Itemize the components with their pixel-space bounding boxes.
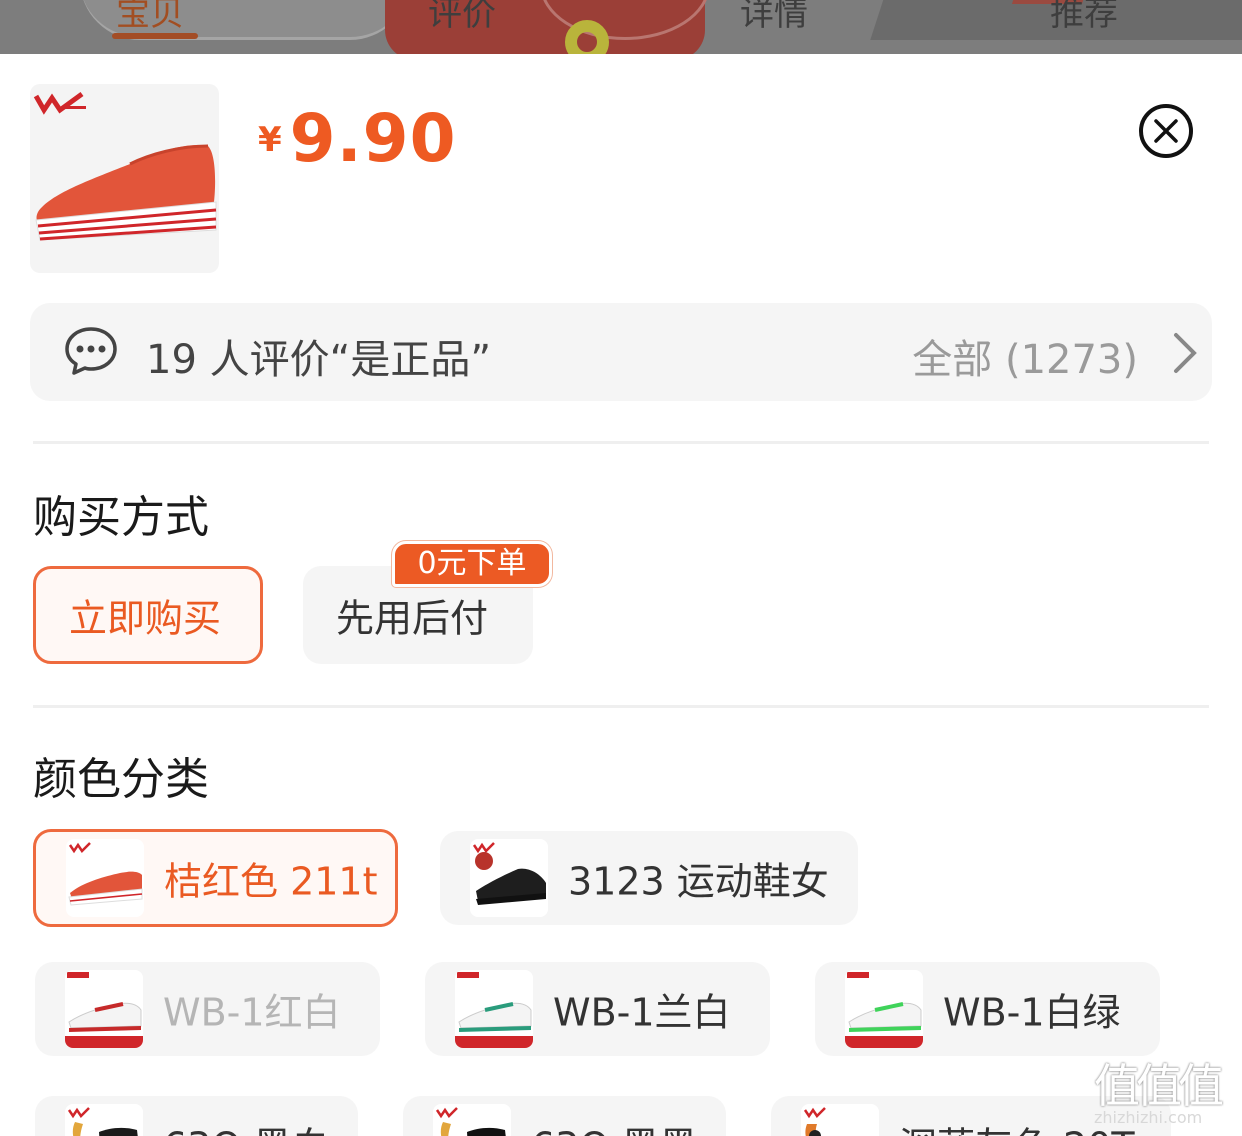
color-option-label: 3123 运动鞋女 <box>568 859 829 904</box>
buy-now-label: 立即购买 <box>69 596 222 641</box>
color-option-wb1-white-green[interactable]: WB-1白绿 <box>815 962 1160 1056</box>
color-option-3123-sneaker[interactable]: 3123 运动鞋女 <box>440 831 858 925</box>
tab-baobei[interactable]: 宝贝 <box>116 0 184 35</box>
blue-white-sneaker-icon <box>455 970 533 1048</box>
color-option-label: 63Q 黑黑 <box>531 1116 697 1136</box>
watermark-text: 值值值 <box>1094 1059 1224 1113</box>
tab-reviews[interactable]: 评价 <box>428 0 496 35</box>
review-summary-bar[interactable]: 19 人评价“是正品” 全部 (1273) <box>30 303 1212 401</box>
tab-details[interactable]: 详情 <box>740 0 808 35</box>
color-option-label: 63Q 黑白 <box>163 1116 329 1136</box>
color-option-wb1-blue-white[interactable]: WB-1兰白 <box>425 962 770 1056</box>
orange-shoe-icon <box>66 839 144 917</box>
pay-later-label: 先用后付 <box>336 596 489 641</box>
color-category-title: 颜色分类 <box>33 754 209 805</box>
active-tab-indicator <box>112 33 198 39</box>
review-summary-text: 19 人评价“是正品” <box>146 337 492 383</box>
black-white-sneaker-icon <box>65 1104 143 1136</box>
color-option-63q-black-black[interactable]: 63Q 黑黑 <box>403 1096 726 1136</box>
price-display: ¥9.90 <box>258 100 457 177</box>
color-option-orange-211t[interactable]: 桔红色 211t <box>33 829 398 927</box>
chat-bubble-icon <box>65 327 117 375</box>
purchase-method-title: 购买方式 <box>33 492 209 543</box>
color-option-label: WB-1红白 <box>163 990 341 1035</box>
color-option-label: WB-1白绿 <box>943 990 1121 1035</box>
divider <box>33 705 1209 708</box>
price-value: 9.90 <box>289 100 457 177</box>
close-button[interactable] <box>1139 104 1193 158</box>
red-white-sneaker-icon <box>65 970 143 1048</box>
zero-down-badge: 0元下单 <box>392 541 552 587</box>
white-green-sneaker-icon <box>845 970 923 1048</box>
all-reviews-link[interactable]: 全部 (1273) <box>912 327 1138 385</box>
black-sneaker-icon <box>470 839 548 917</box>
color-option-label: WB-1兰白 <box>553 990 731 1035</box>
currency-symbol: ¥ <box>258 120 282 160</box>
product-thumbnail[interactable] <box>30 84 219 273</box>
watermark-domain: zhizhizhi.com <box>1094 1108 1203 1127</box>
chevron-right-icon <box>1174 333 1197 373</box>
divider <box>33 441 1209 444</box>
shoe-thumbnail-icon <box>33 91 217 241</box>
all-black-sneaker-icon <box>433 1104 511 1136</box>
color-option-63q-black-white[interactable]: 63Q 黑白 <box>35 1096 358 1136</box>
navy-grey-sneaker-icon <box>801 1104 879 1136</box>
background-digits <box>565 20 745 54</box>
tab-recommend[interactable]: 推荐 <box>1050 0 1118 35</box>
close-icon <box>1154 119 1178 143</box>
background-tab-strip: 宝贝 评价 详情 推荐 <box>0 0 1242 54</box>
color-option-wb1-red-white[interactable]: WB-1红白 <box>35 962 380 1056</box>
color-option-label: 桔红色 211t <box>164 859 378 904</box>
buy-now-option[interactable]: 立即购买 <box>33 566 263 664</box>
sku-selection-sheet: ¥9.90 19 人评价“是正品” 全部 (1273) 购买方式 立即购买 先用… <box>0 54 1242 1136</box>
site-watermark: 值值值 zhizhizhi.com <box>1094 1050 1234 1134</box>
